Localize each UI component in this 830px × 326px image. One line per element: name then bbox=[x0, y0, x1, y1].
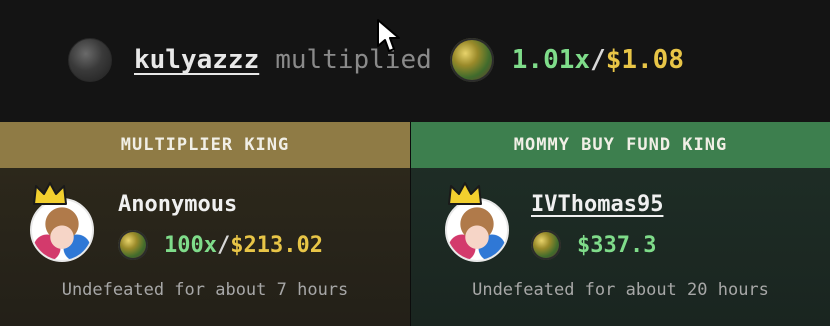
fund-king-name[interactable]: IVThomas95 bbox=[531, 192, 663, 217]
multiplier-king-winner: Anonymous 100x / $213.02 bbox=[0, 182, 410, 284]
mouse-pointer-icon bbox=[377, 19, 400, 52]
king-avatar[interactable] bbox=[30, 198, 94, 262]
crown-icon bbox=[33, 182, 67, 205]
fund-king-card: MOMMY BUY FUND KING IVThomas95 $337.3 Un… bbox=[411, 122, 830, 326]
user-avatar[interactable] bbox=[68, 38, 112, 82]
fund-king-amount: $337.3 bbox=[577, 232, 657, 258]
activity-username[interactable]: kulyazzz bbox=[134, 45, 259, 75]
multiplier-king-multiplier: 100x bbox=[164, 232, 217, 258]
multiplier-king-footer: Undefeated for about 7 hours bbox=[61, 280, 349, 300]
multiplier-king-slash: / bbox=[216, 232, 231, 258]
fund-king-footer: Undefeated for about 20 hours bbox=[472, 280, 769, 300]
fund-king-header: MOMMY BUY FUND KING bbox=[411, 122, 830, 168]
multiplier-king-header: MULTIPLIER KING bbox=[0, 122, 410, 168]
activity-verb: multiplied bbox=[275, 45, 432, 75]
multiplier-king-card: MULTIPLIER KING Anonymous 100x / $213.02 U… bbox=[0, 122, 410, 326]
coin-icon bbox=[531, 230, 561, 260]
crown-icon bbox=[448, 182, 482, 205]
multiplier-king-amount: $213.02 bbox=[230, 232, 323, 258]
multiplier-king-stats: 100x / $213.02 bbox=[118, 230, 323, 260]
king-avatar[interactable] bbox=[445, 198, 509, 262]
coin-icon bbox=[449, 38, 494, 82]
multiplier-king-name: Anonymous bbox=[118, 192, 238, 217]
activity-amount: $1.08 bbox=[605, 45, 684, 75]
activity-slash: / bbox=[590, 45, 606, 75]
fund-king-stats: $337.3 bbox=[531, 230, 656, 260]
coin-icon bbox=[118, 230, 148, 260]
activity-multiplier: 1.01x bbox=[511, 45, 591, 75]
activity-banner: kulyazzz multiplied 1.01x / $1.08 bbox=[0, 0, 830, 120]
fund-king-winner: IVThomas95 $337.3 bbox=[411, 182, 830, 284]
